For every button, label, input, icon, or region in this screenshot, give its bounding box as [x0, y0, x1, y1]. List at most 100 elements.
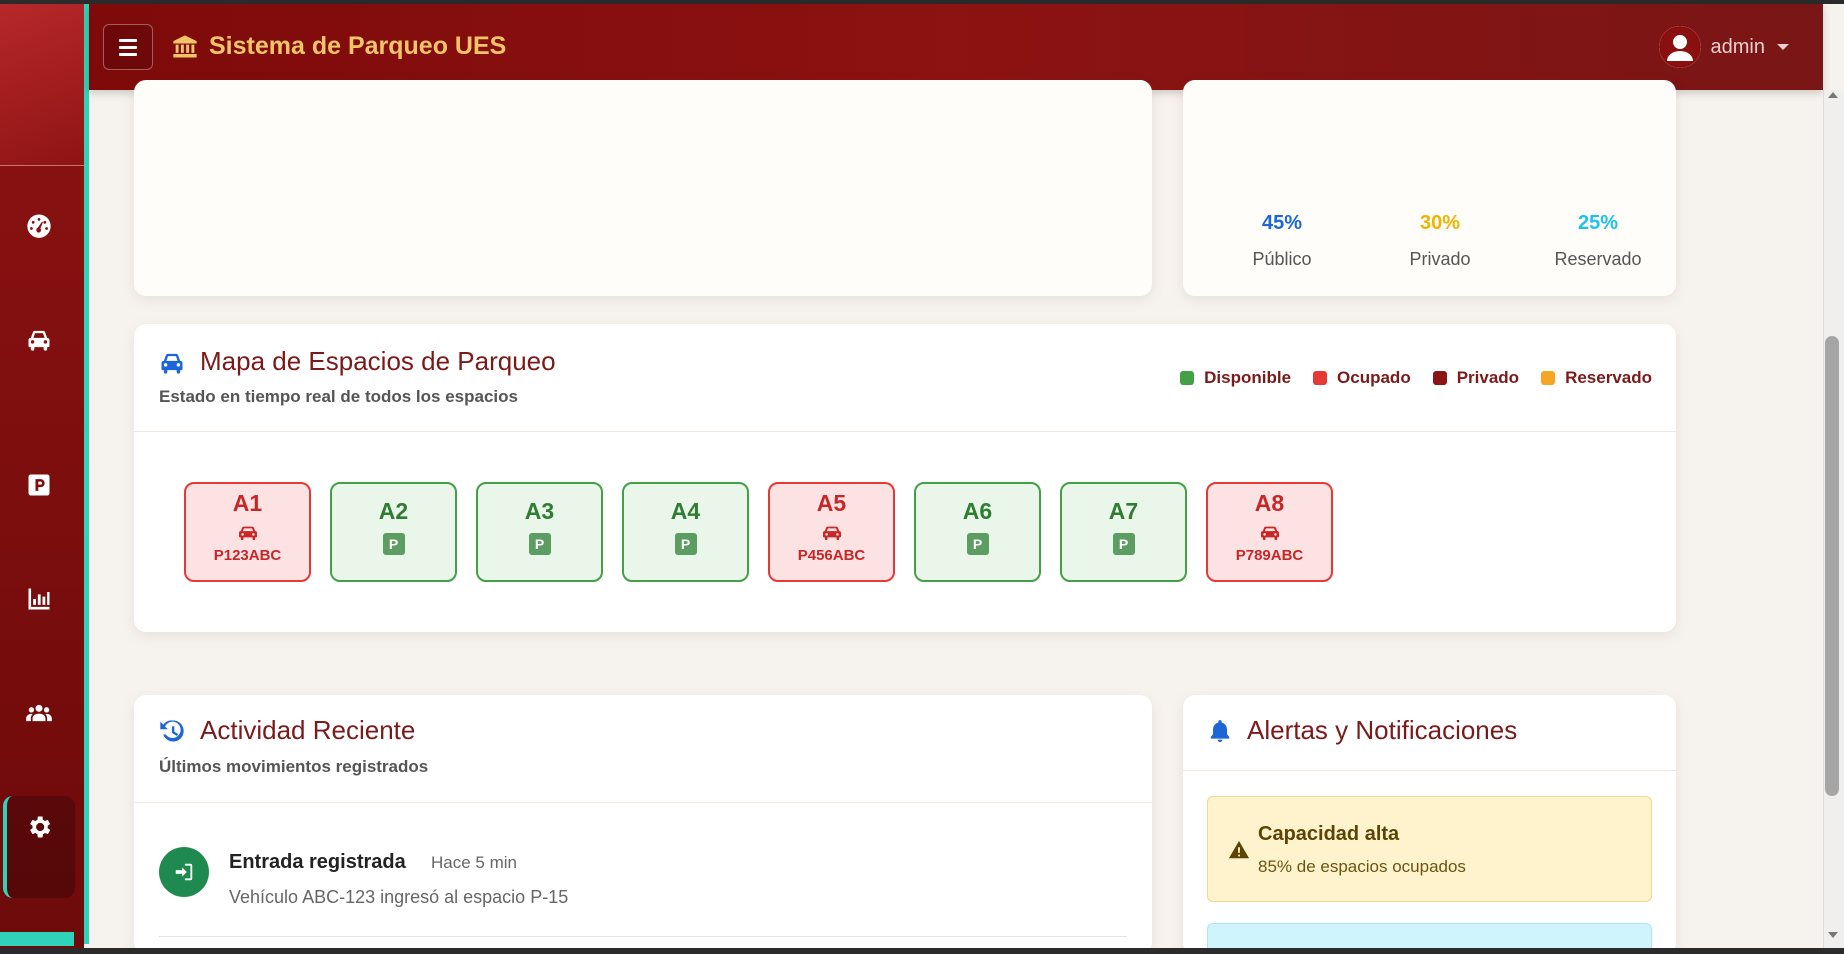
space-code: A1	[232, 490, 263, 516]
legend-label: Disponible	[1204, 368, 1292, 387]
parking-map-subtitle: Estado en tiempo real de todos los espac…	[159, 387, 518, 406]
activity-entry[interactable]: Entrada registrada Hace 5 min Vehículo A…	[159, 847, 1127, 937]
legend-label: Privado	[1456, 368, 1520, 387]
tachometer-icon[interactable]	[22, 208, 56, 242]
alerts-title: Alertas y Notificaciones	[1207, 715, 1517, 746]
sidebar-bottom-bar	[0, 932, 74, 946]
warning-icon	[1228, 839, 1250, 861]
parking-map-title: Mapa de Espacios de Parqueo	[158, 346, 556, 377]
parking-space-a3[interactable]: A3 P	[476, 482, 603, 582]
car-icon	[821, 523, 843, 541]
stat-privado: 30% Privado	[1370, 212, 1510, 270]
stat-publico-value: 45%	[1261, 212, 1303, 234]
scrollbar-thumb[interactable]	[1825, 336, 1839, 796]
app-title: Sistema de Parqueo UES	[209, 32, 507, 60]
recent-activity-title-text: Actividad Reciente	[200, 715, 416, 745]
legend-reservado: Reservado	[1541, 368, 1652, 388]
user-avatar-icon	[1658, 26, 1701, 68]
alert-capacity-warning[interactable]: Capacidad alta 85% de espacios ocupados	[1207, 796, 1652, 902]
stat-reservado-label: Reservado	[1554, 249, 1642, 269]
menu-toggle-button[interactable]	[103, 24, 153, 70]
app-brand[interactable]: Sistema de Parqueo UES	[171, 32, 506, 61]
stat-reservado: 25% Reservado	[1528, 212, 1668, 270]
parking-map-legend: Disponible Ocupado Privado Reservado	[1180, 368, 1652, 388]
top-header: Sistema de Parqueo UES admin	[89, 4, 1823, 90]
stat-publico: 45% Público	[1212, 212, 1352, 270]
legend-swatch	[1180, 371, 1195, 385]
gear-icon[interactable]	[22, 810, 56, 844]
stat-privado-value: 30%	[1419, 212, 1461, 234]
stat-publico-label: Público	[1252, 249, 1312, 269]
alerts-header: Alertas y Notificaciones	[1183, 695, 1676, 771]
parking-map-card: Mapa de Espacios de Parqueo Estado en ti…	[134, 324, 1676, 632]
car-icon	[161, 353, 183, 374]
distribution-card: 45% Público 30% Privado 25% Reservado	[1183, 80, 1676, 296]
history-icon	[160, 719, 184, 741]
parking-icon: P	[528, 533, 551, 555]
university-icon	[173, 34, 197, 57]
scroll-up-arrow-icon[interactable]	[1828, 92, 1838, 98]
activity-entry-time: Hace 5 min	[431, 853, 517, 872]
legend-label: Reservado	[1565, 368, 1652, 387]
recent-activity-header: Actividad Reciente Últimos movimientos r…	[134, 695, 1152, 803]
car-icon	[1259, 523, 1281, 541]
recent-activity-title: Actividad Reciente	[158, 715, 415, 746]
parking-icon: P	[1112, 533, 1135, 555]
stat-reservado-value: 25%	[1577, 212, 1619, 234]
scroll-down-arrow-icon[interactable]	[1828, 932, 1838, 938]
space-plate: P456ABC	[797, 547, 866, 564]
activity-entry-title: Entrada registrada	[229, 851, 406, 873]
space-plate: P789ABC	[1235, 547, 1304, 564]
space-code: A6	[962, 498, 993, 524]
user-name: admin	[1710, 35, 1765, 58]
sidebar-brand-area	[0, 4, 84, 166]
users-icon[interactable]	[22, 696, 56, 730]
parking-space-a6[interactable]: A6 P	[914, 482, 1041, 582]
parking-space-a1[interactable]: A1 P123ABC	[184, 482, 311, 582]
parking-space-a7[interactable]: A7 P	[1060, 482, 1187, 582]
bell-icon	[1210, 719, 1230, 742]
parking-space-a5[interactable]: A5 P456ABC	[768, 482, 895, 582]
legend-label: Ocupado	[1337, 368, 1411, 387]
parking-map-header: Mapa de Espacios de Parqueo Estado en ti…	[134, 324, 1676, 432]
sign-in-icon	[159, 847, 209, 897]
parking-space-a2[interactable]: A2 P	[330, 482, 457, 582]
alert-description: 85% de espacios ocupados	[1258, 857, 1466, 876]
recent-activity-subtitle: Últimos movimientos registrados	[159, 757, 429, 776]
legend-swatch	[1313, 371, 1328, 385]
legend-disponible: Disponible	[1180, 368, 1291, 388]
space-code: A7	[1108, 498, 1139, 524]
recent-activity-card: Actividad Reciente Últimos movimientos r…	[134, 695, 1152, 954]
chart-card	[134, 80, 1152, 296]
chart-bar-icon[interactable]	[22, 582, 56, 616]
parking-icon: P	[966, 533, 989, 555]
legend-ocupado: Ocupado	[1313, 368, 1411, 388]
parking-icon: P	[382, 533, 405, 555]
window-frame-bottom	[0, 948, 1844, 954]
sidebar-accent-border	[84, 4, 89, 944]
legend-swatch	[1541, 371, 1556, 385]
legend-swatch	[1432, 371, 1447, 385]
space-plate: P123ABC	[213, 547, 282, 564]
parking-space-a4[interactable]: A4 P	[622, 482, 749, 582]
car-icon[interactable]	[22, 322, 56, 356]
parking-space-a8[interactable]: A8 P789ABC	[1206, 482, 1333, 582]
space-code: A3	[524, 498, 555, 524]
space-code: A4	[670, 498, 701, 524]
legend-privado: Privado	[1432, 368, 1520, 388]
alerts-title-text: Alertas y Notificaciones	[1247, 715, 1518, 745]
car-icon	[237, 523, 259, 541]
user-menu[interactable]: admin	[1658, 26, 1789, 68]
stat-privado-label: Privado	[1409, 249, 1471, 269]
space-code: A2	[378, 498, 409, 524]
parking-icon: P	[674, 533, 697, 555]
alert-title: Capacidad alta	[1258, 823, 1400, 845]
space-code: A5	[816, 490, 847, 516]
parking-map-title-text: Mapa de Espacios de Parqueo	[200, 346, 556, 376]
caret-down-icon	[1777, 44, 1789, 50]
space-code: A8	[1254, 490, 1285, 516]
parking-icon[interactable]	[22, 468, 56, 502]
alerts-card: Alertas y Notificaciones Capacidad alta …	[1183, 695, 1676, 954]
hamburger-icon	[119, 37, 137, 58]
activity-entry-description: Vehículo ABC-123 ingresó al espacio P-15	[229, 887, 569, 907]
